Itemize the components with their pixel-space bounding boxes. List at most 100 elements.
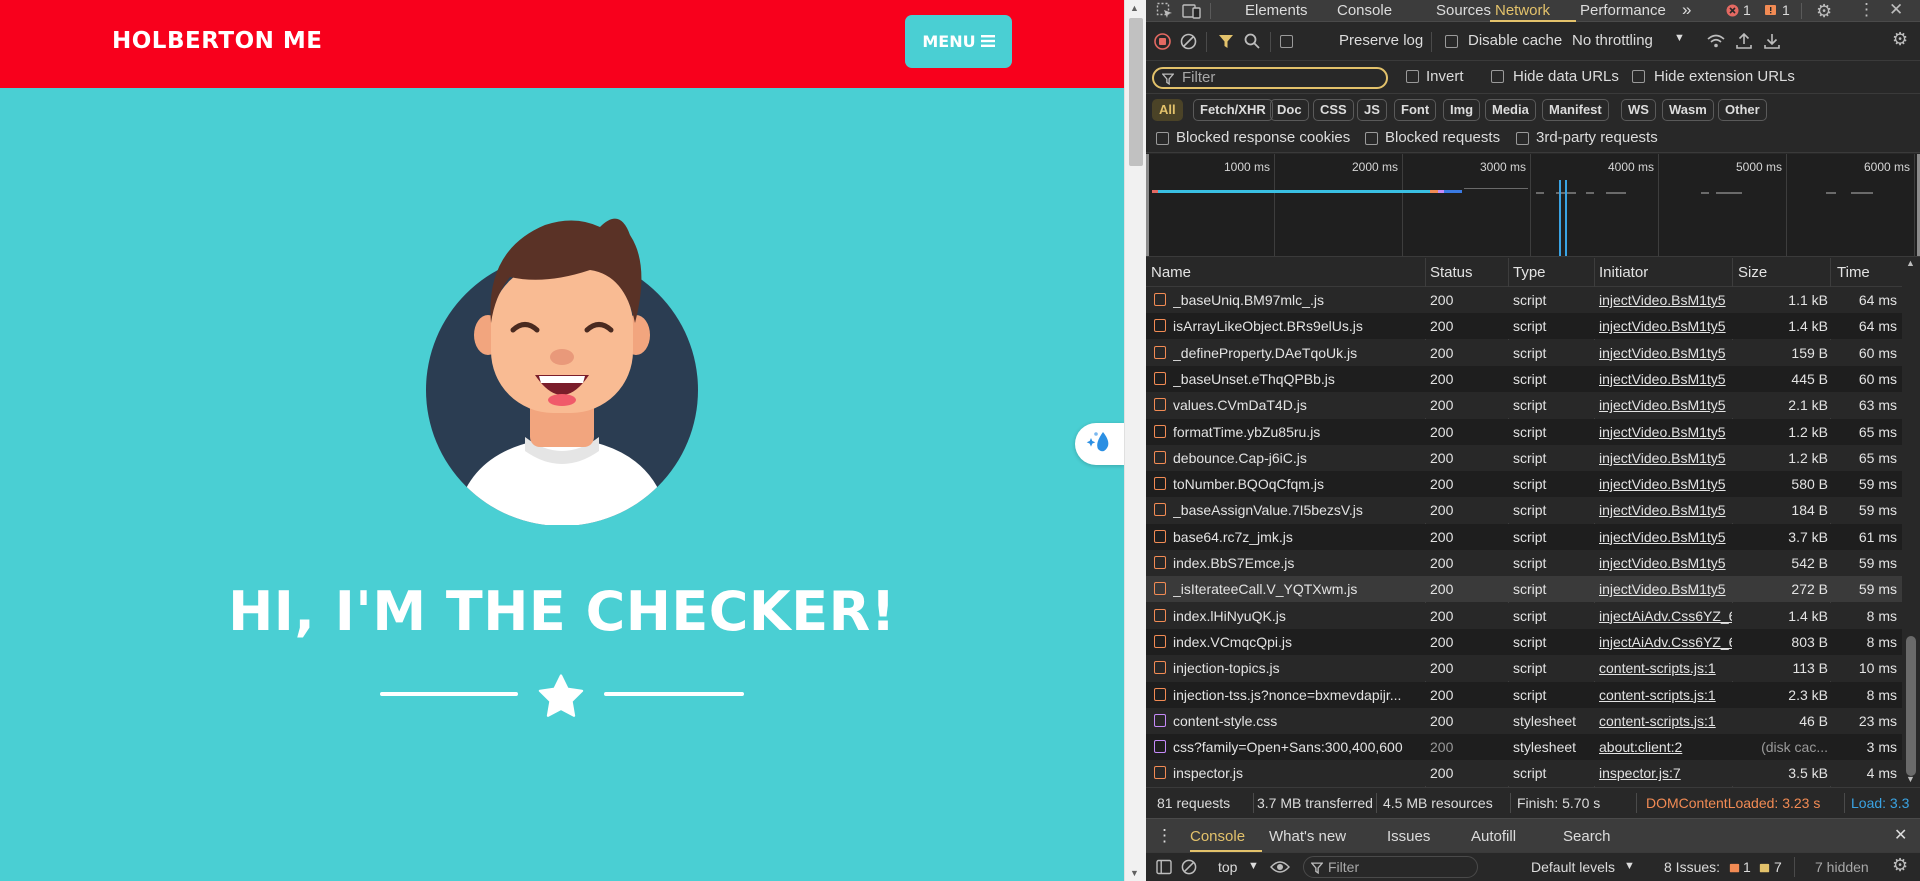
request-row[interactable]: index.VCmqcQpi.js 200 script injectAiAdv.Cs… <box>1146 628 1902 655</box>
drawer-tab-console[interactable]: Console <box>1190 828 1245 845</box>
column-initiator[interactable]: Initiator <box>1599 264 1648 281</box>
warning-icon[interactable] <box>1764 4 1777 20</box>
request-row[interactable]: isArrayLikeObject.BRs9elUs.js 200 script in… <box>1146 313 1902 340</box>
disable-cache-checkbox[interactable] <box>1445 35 1458 48</box>
request-initiator[interactable]: injectVideo.BsM1ty5 <box>1599 345 1732 361</box>
request-initiator[interactable]: injectAiAdv.Css6YZ_6 <box>1599 634 1732 650</box>
invert-checkbox[interactable] <box>1406 70 1419 83</box>
hide-extension-urls-label[interactable]: Hide extension URLs <box>1654 68 1795 85</box>
request-initiator[interactable]: injectVideo.BsM1ty5 <box>1599 292 1732 308</box>
invert-label[interactable]: Invert <box>1426 68 1464 85</box>
clear-console-icon[interactable] <box>1181 859 1197 878</box>
request-initiator[interactable]: injectVideo.BsM1ty5 <box>1599 476 1732 492</box>
request-row[interactable]: base64.rc7z_jmk.js 200 script injectVideo.B… <box>1146 523 1902 550</box>
requests-table-scrollbar[interactable]: ▲ ▼ <box>1902 258 1920 787</box>
timeline-left-handle[interactable] <box>1146 154 1151 256</box>
type-filter-wasm[interactable]: Wasm <box>1662 99 1714 121</box>
type-filter-fetch-xhr[interactable]: Fetch/XHR <box>1193 99 1273 121</box>
preserve-log-checkbox[interactable] <box>1280 35 1293 48</box>
tab-performance[interactable]: Performance <box>1580 2 1666 19</box>
log-levels-select[interactable]: Default levels <box>1531 859 1615 875</box>
request-row[interactable]: debounce.Cap-j6iC.js 200 script injectVideo… <box>1146 444 1902 471</box>
request-initiator[interactable]: content-scripts.js:1 <box>1599 687 1732 703</box>
request-initiator[interactable]: injectVideo.BsM1ty5 <box>1599 581 1732 597</box>
tab-network[interactable]: Network <box>1495 2 1550 19</box>
third-party-checkbox[interactable] <box>1516 132 1529 145</box>
request-row[interactable]: _baseUnset.eThqQPBb.js 200 script injectVid… <box>1146 365 1902 392</box>
blocked-requests-checkbox[interactable] <box>1365 132 1378 145</box>
error-icon[interactable] <box>1726 4 1739 20</box>
warning-count[interactable]: 1 <box>1782 2 1790 18</box>
scroll-down-arrow-icon[interactable]: ▼ <box>1130 868 1139 878</box>
more-tabs-icon[interactable]: » <box>1682 0 1691 20</box>
request-initiator[interactable]: content-scripts.js:1 <box>1599 660 1732 676</box>
throttling-select[interactable]: No throttling <box>1572 32 1653 49</box>
live-expression-eye-icon[interactable] <box>1270 859 1290 878</box>
drawer-menu-icon[interactable]: ⋮ <box>1156 826 1173 846</box>
menu-button[interactable]: MENU <box>905 15 1012 68</box>
blocked-cookies-label[interactable]: Blocked response cookies <box>1176 129 1350 146</box>
request-initiator[interactable]: injectVideo.BsM1ty5 <box>1599 397 1732 413</box>
column-name[interactable]: Name <box>1151 264 1191 281</box>
type-filter-css[interactable]: CSS <box>1313 99 1354 121</box>
request-row[interactable]: inspector.js 200 script inspector.js:7 3.5 k… <box>1146 760 1902 787</box>
network-conditions-wifi-icon[interactable] <box>1706 33 1726 52</box>
request-row[interactable]: index.lHiNyuQK.js 200 script injectAiAdv.Cs… <box>1146 602 1902 629</box>
column-time[interactable]: Time <box>1837 264 1870 281</box>
filter-funnel-icon[interactable] <box>1218 34 1234 52</box>
tab-sources[interactable]: Sources <box>1436 2 1491 19</box>
page-scroll-thumb[interactable] <box>1129 18 1143 166</box>
tab-elements[interactable]: Elements <box>1245 2 1308 19</box>
request-initiator[interactable]: injectVideo.BsM1ty5 <box>1599 502 1732 518</box>
network-settings-gear-icon[interactable]: ⚙ <box>1892 29 1908 50</box>
type-filter-media[interactable]: Media <box>1485 99 1536 121</box>
drawer-tab-search[interactable]: Search <box>1563 828 1611 845</box>
export-har-icon[interactable] <box>1764 32 1780 53</box>
third-party-label[interactable]: 3rd-party requests <box>1536 129 1658 146</box>
request-row[interactable]: formatTime.ybZu85ru.js 200 script injectVid… <box>1146 418 1902 445</box>
throttling-dropdown-icon[interactable]: ▼ <box>1674 32 1685 44</box>
request-initiator[interactable]: content-scripts.js:1 <box>1599 713 1732 729</box>
column-size[interactable]: Size <box>1738 264 1767 281</box>
settings-gear-icon[interactable]: ⚙ <box>1816 1 1832 22</box>
request-row[interactable]: _isIterateeCall.V_YQTXwm.js 200 script inje… <box>1146 576 1902 603</box>
request-initiator[interactable]: injectVideo.BsM1ty5 <box>1599 424 1732 440</box>
sidebar-toggle-icon[interactable] <box>1156 859 1172 878</box>
type-filter-ws[interactable]: WS <box>1621 99 1656 121</box>
site-brand[interactable]: HOLBERTON ME <box>112 28 322 54</box>
type-filter-other[interactable]: Other <box>1718 99 1767 121</box>
clear-log-icon[interactable] <box>1180 33 1197 53</box>
console-settings-gear-icon[interactable]: ⚙ <box>1892 855 1908 876</box>
request-row[interactable]: content-style.css 200 stylesheet content-sc… <box>1146 707 1902 734</box>
drawer-tab-autofill[interactable]: Autofill <box>1471 828 1516 845</box>
request-initiator[interactable]: injectVideo.BsM1ty5 <box>1599 529 1732 545</box>
table-scroll-down-icon[interactable]: ▼ <box>1906 774 1915 784</box>
inspect-element-icon[interactable] <box>1156 2 1174 23</box>
drawer-tab-whats-new[interactable]: What's new <box>1269 828 1346 845</box>
type-filter-js[interactable]: JS <box>1357 99 1387 121</box>
request-initiator[interactable]: injectVideo.BsM1ty5 <box>1599 371 1732 387</box>
type-filter-manifest[interactable]: Manifest <box>1542 99 1609 121</box>
hide-data-urls-label[interactable]: Hide data URLs <box>1513 68 1619 85</box>
blocked-cookies-checkbox[interactable] <box>1156 132 1169 145</box>
table-scroll-thumb[interactable] <box>1906 636 1916 776</box>
request-row[interactable]: toNumber.BQOqCfqm.js 200 script injectVideo… <box>1146 471 1902 498</box>
log-levels-dropdown-icon[interactable]: ▼ <box>1624 860 1635 872</box>
request-row[interactable]: index.BbS7Emce.js 200 script injectVideo.Bs… <box>1146 550 1902 576</box>
request-row[interactable]: _defineProperty.DAeTqoUk.js 200 script inje… <box>1146 339 1902 366</box>
context-select[interactable]: top <box>1218 859 1237 875</box>
request-initiator[interactable]: inspector.js:7 <box>1599 765 1732 781</box>
blocked-requests-label[interactable]: Blocked requests <box>1385 129 1500 146</box>
type-filter-img[interactable]: Img <box>1443 99 1481 121</box>
filter-input[interactable]: Filter <box>1152 67 1388 89</box>
request-initiator[interactable]: injectAiAdv.Css6YZ_6 <box>1599 608 1732 624</box>
drawer-tab-issues[interactable]: Issues <box>1387 828 1430 845</box>
request-row[interactable]: injection-tss.js?nonce=bxmevdapijr... 200… <box>1146 681 1902 708</box>
request-row[interactable]: injection-topics.js 200 script content-scri… <box>1146 655 1902 682</box>
scroll-up-arrow-icon[interactable]: ▲ <box>1130 3 1139 13</box>
device-toolbar-icon[interactable] <box>1182 2 1202 23</box>
type-filter-doc[interactable]: Doc <box>1270 99 1309 121</box>
preserve-log-label[interactable]: Preserve log <box>1339 32 1423 49</box>
request-row[interactable]: _baseAssignValue.7I5bezsV.js 200 script inj… <box>1146 497 1902 524</box>
error-count[interactable]: 1 <box>1743 2 1751 18</box>
